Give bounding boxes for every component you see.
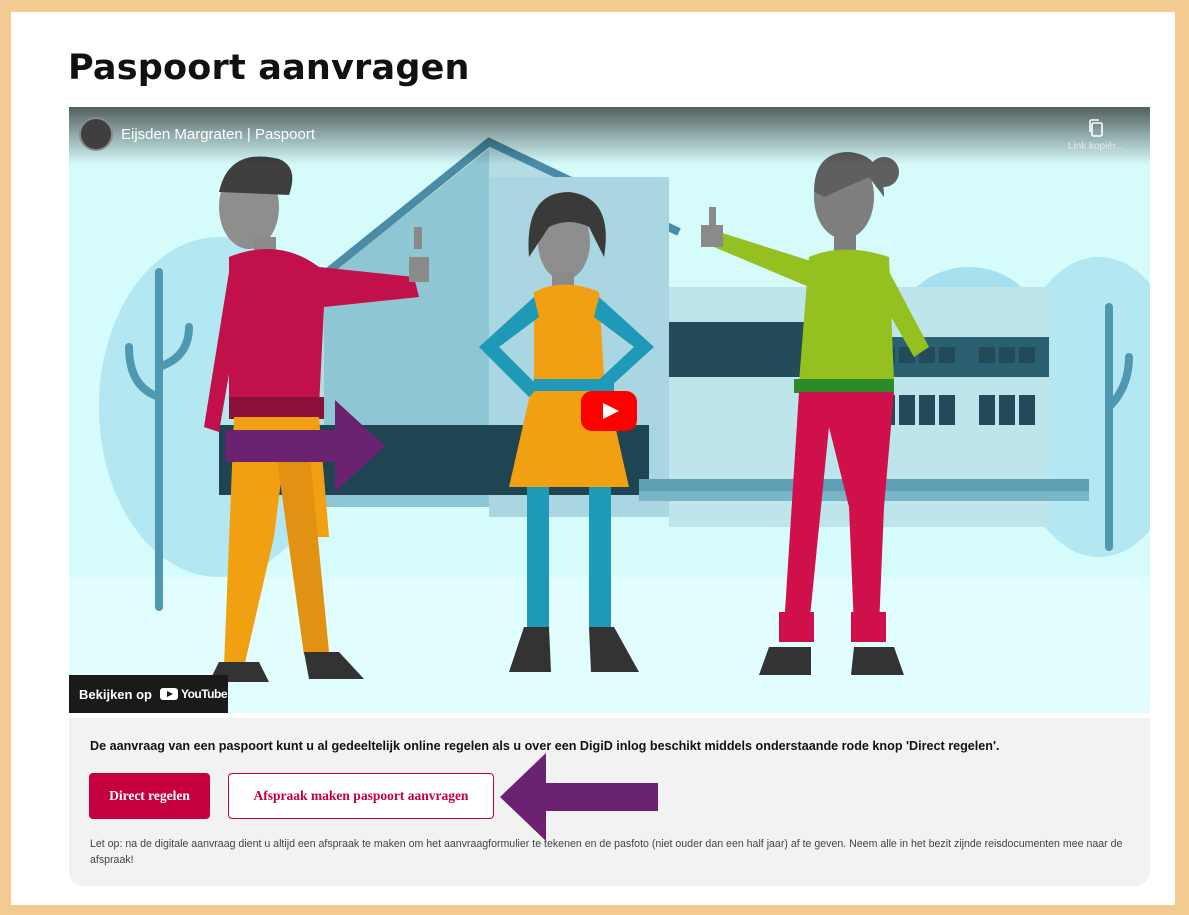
- direct-regelen-button[interactable]: Direct regelen: [89, 773, 210, 819]
- youtube-logo-icon: YouTube: [159, 687, 228, 701]
- afspraak-maken-button[interactable]: Afspraak maken paspoort aanvragen: [228, 773, 494, 819]
- intro-text: De aanvraag van een paspoort kunt u al g…: [90, 739, 1000, 753]
- copy-icon: [1089, 119, 1103, 137]
- video-title[interactable]: Eijsden Margraten | Paspoort: [121, 126, 315, 143]
- arrow-left-icon: [500, 753, 658, 841]
- watch-on-label: Bekijken op: [79, 686, 152, 702]
- copy-link-label: Link kopiër...: [1067, 141, 1125, 152]
- arrow-right-icon: [225, 400, 385, 492]
- play-icon[interactable]: [581, 391, 637, 431]
- youtube-wordmark: YouTube: [180, 687, 228, 701]
- copy-link-button[interactable]: Link kopiër...: [1056, 119, 1136, 152]
- channel-avatar[interactable]: [79, 117, 113, 151]
- youtube-play-mark-icon: [159, 688, 178, 700]
- video-top-bar: Eijsden Margraten | Paspoort Link kopiër…: [69, 107, 1150, 165]
- page-title: Paspoort aanvragen: [68, 48, 470, 88]
- watch-on-youtube-button[interactable]: Bekijken op YouTube: [69, 675, 228, 713]
